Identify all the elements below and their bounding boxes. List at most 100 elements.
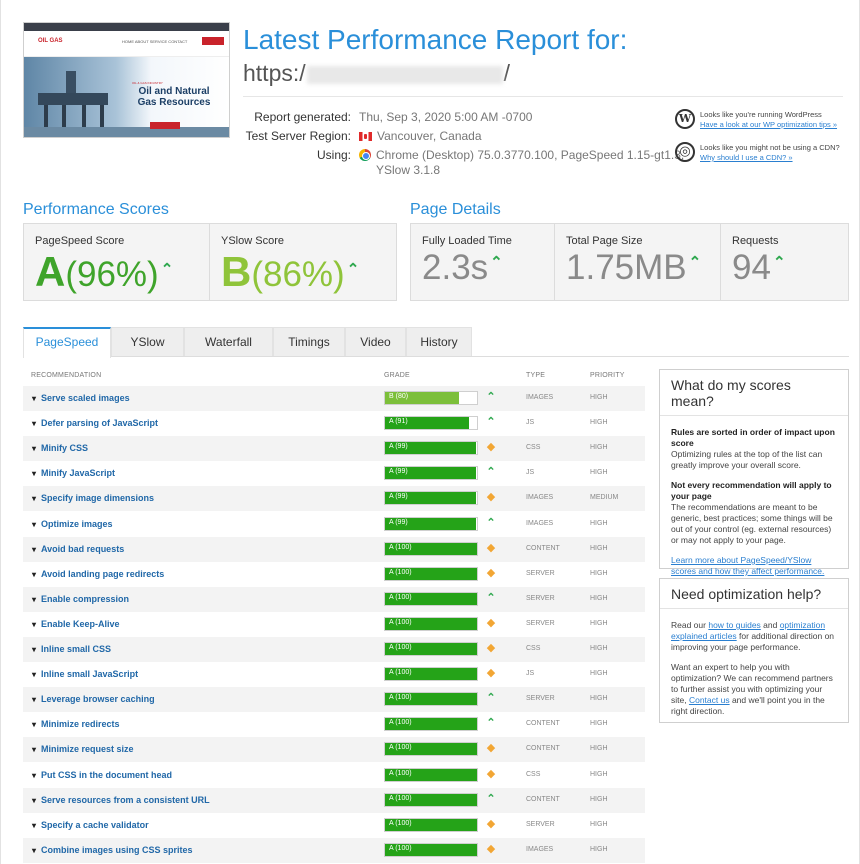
thumb-nav: [24, 31, 229, 57]
recommendation-type: IMAGES: [526, 519, 554, 527]
report-page: OIL GAS HOME ABOUT SERVICE CONTACT OIL &…: [0, 0, 860, 864]
thumb-sea: [24, 127, 229, 137]
recommendation-type: IMAGES: [526, 845, 554, 853]
tab-video[interactable]: Video: [345, 327, 406, 356]
pagespeed-percent: (96%): [65, 255, 159, 294]
table-row[interactable]: Specify a cache validator A (100) ◆ SERVER H…: [23, 813, 645, 838]
table-row[interactable]: Serve scaled images B (80) ⌃ IMAGES HIGH: [23, 386, 645, 411]
table-row[interactable]: Optimize images A (99) ⌃ IMAGES HIGH: [23, 512, 645, 537]
grade-text: A (100): [389, 769, 412, 777]
globe-icon: ◎: [675, 142, 695, 162]
tab-history[interactable]: History: [406, 327, 472, 356]
recommendation-name[interactable]: Minimize request size: [32, 744, 134, 754]
table-row[interactable]: Leverage browser caching A (100) ⌃ SERVER HI…: [23, 687, 645, 713]
table-row[interactable]: Inline small JavaScript A (100) ◆ JS HIGH: [23, 662, 645, 687]
fully-loaded-value: 2.3s: [422, 248, 489, 287]
recommendation-name[interactable]: Serve scaled images: [32, 393, 130, 403]
recommendation-name[interactable]: Put CSS in the document head: [32, 770, 172, 780]
table-row[interactable]: Enable compression A (100) ⌃ SERVER HIGH: [23, 586, 645, 612]
grade-text: A (99): [389, 468, 408, 476]
recommendation-type: CONTENT: [526, 720, 560, 728]
thumb-tagline: OIL & GAS INDUSTRY: [132, 81, 163, 85]
trend-up-icon: ⌃: [486, 516, 496, 529]
table-row[interactable]: Defer parsing of JavaScript A (91) ⌃ JS HIGH: [23, 411, 645, 436]
grade-text: A (100): [389, 669, 412, 677]
learn-more-link[interactable]: Learn more about PageSpeed/YSlow scores …: [671, 555, 824, 576]
trend-unchanged-icon: ◆: [486, 541, 496, 554]
table-row[interactable]: Minify CSS A (99) ◆ CSS HIGH: [23, 436, 645, 462]
tab-yslow[interactable]: YSlow: [111, 327, 184, 356]
recommendation-name[interactable]: Avoid landing page redirects: [32, 569, 164, 579]
recommendation-name[interactable]: Serve resources from a consistent URL: [32, 795, 210, 805]
performance-scores-title: Performance Scores: [23, 201, 169, 218]
table-row[interactable]: Inline small CSS A (100) ◆ CSS HIGH: [23, 637, 645, 662]
yslow-score-label: YSlow Score: [221, 235, 284, 247]
recommendation-name[interactable]: Minify CSS: [32, 443, 88, 453]
recommendation-name[interactable]: Enable compression: [32, 594, 129, 604]
trend-up-icon: ⌃: [486, 717, 496, 730]
url-redacted: [306, 65, 503, 84]
how-to-guides-link[interactable]: how to guides: [708, 620, 760, 630]
recommendation-type: CONTENT: [526, 745, 560, 753]
table-row[interactable]: Minimize request size A (100) ◆ CONTENT HIGH: [23, 737, 645, 763]
contact-us-link[interactable]: Contact us: [689, 695, 730, 705]
recommendation-name[interactable]: Inline small JavaScript: [32, 669, 138, 679]
table-row[interactable]: Minimize redirects A (100) ⌃ CONTENT HIGH: [23, 712, 645, 737]
region-label: Test Server Region:: [245, 129, 351, 143]
trend-up-icon: ⌃: [160, 261, 174, 278]
tab-waterfall[interactable]: Waterfall: [184, 327, 273, 356]
table-row[interactable]: Serve resources from a consistent URL A (…: [23, 787, 645, 813]
recommendation-name[interactable]: Optimize images: [32, 519, 113, 529]
fully-loaded-value-wrap: 2.3s ⌃: [422, 248, 503, 288]
trend-unchanged-icon: ◆: [486, 616, 496, 629]
requests-value-wrap: 94 ⌃: [732, 248, 786, 288]
tab-timings[interactable]: Timings: [273, 327, 345, 356]
recommendation-priority: HIGH: [590, 544, 608, 552]
grade-bar: A (100): [384, 541, 478, 556]
grade-text: A (100): [389, 794, 412, 802]
url-prefix: https:/: [243, 60, 306, 86]
table-row[interactable]: Avoid bad requests A (100) ◆ CONTENT HIGH: [23, 536, 645, 562]
table-row[interactable]: Combine images using CSS sprites A (100) ◆…: [23, 837, 645, 863]
cdn-link[interactable]: Why should I use a CDN? »: [700, 153, 793, 162]
recommendation-priority: HIGH: [590, 619, 608, 627]
thumb-nav-button: [202, 37, 224, 45]
yslow-grade: B: [221, 248, 252, 295]
recommendation-type: JS: [526, 670, 535, 678]
using-value-wrap: Chrome (Desktop) 75.0.3770.100, PageSpee…: [359, 148, 684, 162]
yslow-percent: (86%): [251, 255, 345, 294]
wordpress-tip-text: Looks like you're running WordPress: [700, 110, 822, 119]
report-url[interactable]: https:/ /: [243, 60, 510, 87]
tab-pagespeed[interactable]: PageSpeed: [23, 327, 111, 358]
table-row[interactable]: Put CSS in the document head A (100) ◆ CSS H…: [23, 763, 645, 788]
recommendation-name[interactable]: Inline small CSS: [32, 644, 111, 654]
table-row[interactable]: Avoid landing page redirects A (100) ◆ SERV…: [23, 562, 645, 587]
recommendation-name[interactable]: Enable Keep-Alive: [32, 619, 120, 629]
table-row[interactable]: Minify JavaScript A (99) ⌃ JS HIGH: [23, 461, 645, 486]
recommendation-name[interactable]: Leverage browser caching: [32, 694, 155, 704]
recommendation-priority: HIGH: [590, 594, 608, 602]
grade-bar: A (99): [384, 441, 478, 456]
using-line2: YSlow 3.1.8: [376, 163, 441, 177]
requests-value: 94: [732, 248, 771, 287]
wordpress-tips-link[interactable]: Have a look at our WP optimization tips …: [700, 120, 837, 129]
recommendation-name[interactable]: Specify image dimensions: [32, 493, 154, 503]
recommendation-name[interactable]: Avoid bad requests: [32, 544, 124, 554]
recommendation-name[interactable]: Specify a cache validator: [32, 820, 149, 830]
recommendation-type: CSS: [526, 645, 541, 652]
recommendation-type: SERVER: [526, 619, 555, 627]
table-row[interactable]: Specify image dimensions A (99) ◆ IMAGES MED…: [23, 486, 645, 512]
trend-unchanged-icon: ◆: [486, 491, 496, 504]
recommendation-type: SERVER: [526, 695, 555, 703]
recommendation-name[interactable]: Minify JavaScript: [32, 468, 115, 478]
page-size-cell: Total Page Size 1.75MB ⌃: [555, 224, 721, 300]
recommendation-name[interactable]: Defer parsing of JavaScript: [32, 418, 158, 428]
recommendation-name[interactable]: Minimize redirects: [32, 719, 120, 729]
fully-loaded-label: Fully Loaded Time: [422, 235, 512, 247]
page-title: Latest Performance Report for:: [243, 24, 628, 55]
recommendation-name[interactable]: Combine images using CSS sprites: [32, 845, 193, 855]
trend-unchanged-icon: ◆: [486, 667, 496, 680]
header-divider: [243, 96, 843, 97]
grade-text: A (100): [389, 844, 412, 852]
table-row[interactable]: Enable Keep-Alive A (100) ◆ SERVER HIGH: [23, 612, 645, 637]
